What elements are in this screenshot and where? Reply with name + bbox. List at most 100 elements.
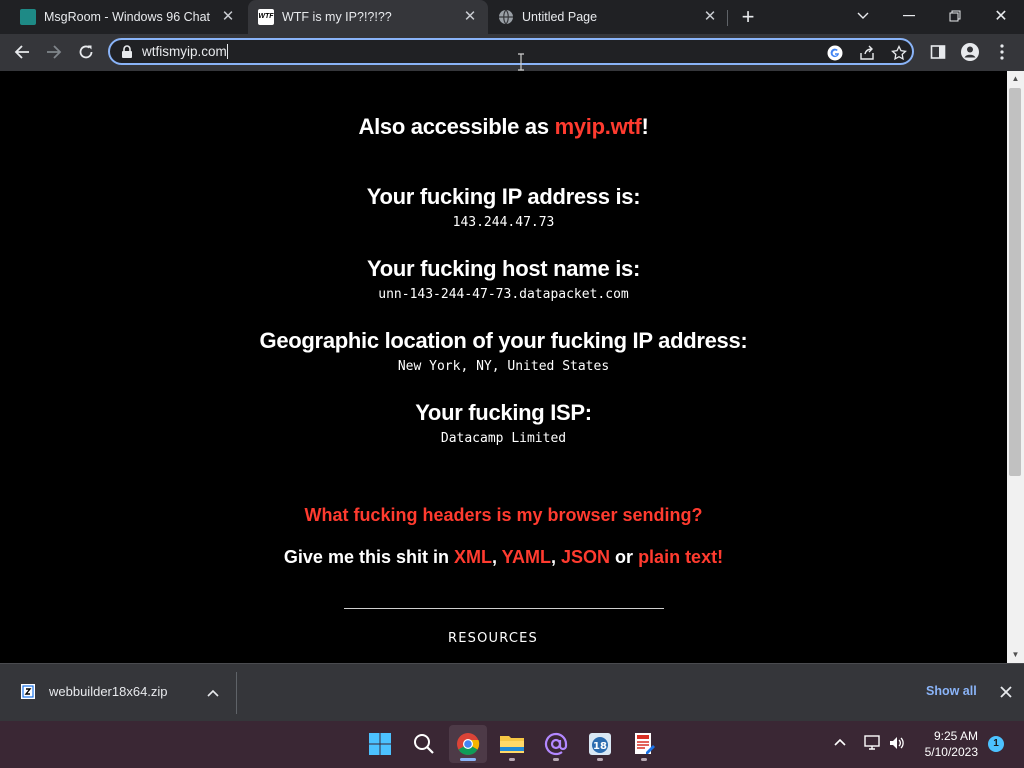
geo-value: New York, NY, United States — [397, 359, 610, 374]
close-icon: ✕ — [994, 8, 1008, 25]
share-icon — [860, 45, 874, 60]
host-heading: Your fucking host name is: — [367, 256, 640, 281]
close-tab-icon[interactable]: ✕ — [702, 9, 718, 25]
give-prefix: Give me this shit in — [283, 547, 454, 567]
windows-taskbar: 18 9:25 AM 5/10/2023 — [0, 721, 1024, 768]
yaml-link[interactable]: YAML — [502, 547, 551, 567]
plain-text-link[interactable]: plain text! — [638, 547, 723, 567]
new-tab-button[interactable]: + — [735, 4, 761, 30]
format-line: Give me this shit in XML, YAML, JSON or … — [0, 547, 1007, 568]
tab-wtfismyip[interactable]: WTF WTF is my IP?!?!?? ✕ — [248, 0, 488, 34]
tab-search-button[interactable] — [840, 0, 886, 32]
running-indicator — [597, 758, 603, 761]
download-item[interactable]: webbuilder18x64.zip — [0, 664, 236, 721]
or-separator: or — [610, 547, 639, 567]
chevron-up-icon[interactable] — [207, 689, 219, 697]
start-button[interactable] — [361, 725, 399, 763]
close-tab-icon[interactable]: ✕ — [462, 9, 478, 25]
bookmark-button[interactable] — [889, 43, 909, 63]
tab-msgroom[interactable]: MsgRoom - Windows 96 Chat ✕ — [8, 0, 246, 34]
horizontal-rule — [344, 608, 664, 609]
also-prefix: Also accessible as — [358, 114, 555, 139]
address-bar[interactable]: wtfismyip.com — [108, 38, 914, 65]
arrow-right-icon — [47, 45, 62, 59]
scroll-down-arrow[interactable]: ▼ — [1007, 648, 1024, 662]
close-icon[interactable] — [1000, 686, 1012, 698]
editor-icon — [635, 733, 655, 754]
web-page-content: Also accessible as myip.wtf! Your fuckin… — [0, 71, 1007, 663]
also-suffix: ! — [641, 114, 649, 139]
globe-icon — [499, 9, 513, 25]
search-button[interactable] — [405, 725, 443, 763]
myip-wtf-link[interactable]: myip.wtf — [555, 114, 642, 139]
json-link[interactable]: JSON — [561, 547, 610, 567]
browser-toolbar: wtfismyip.com — [0, 34, 1024, 71]
close-tab-icon[interactable]: ✕ — [220, 9, 236, 25]
restore-icon — [949, 10, 961, 22]
scroll-up-arrow[interactable]: ▲ — [1007, 72, 1024, 86]
ip-value: 143.244.47.73 — [452, 215, 555, 230]
google-icon — [827, 45, 843, 61]
tab-untitled[interactable]: Untitled Page ✕ — [490, 0, 728, 34]
comma-separator: , — [491, 547, 502, 567]
tab-label: WTF is my IP?!?!?? — [282, 10, 392, 24]
restore-button[interactable] — [932, 0, 978, 32]
tab-label: MsgRoom - Windows 96 Chat — [44, 10, 211, 24]
webbuilder-icon: 18 — [589, 733, 611, 755]
running-indicator — [460, 758, 476, 761]
volume-icon[interactable] — [888, 735, 906, 751]
folder-icon — [500, 736, 524, 753]
minimize-button[interactable] — [886, 0, 932, 32]
side-panel-button[interactable] — [924, 38, 952, 66]
download-filename: webbuilder18x64.zip — [49, 684, 168, 699]
comma-separator: , — [551, 547, 562, 567]
notification-badge[interactable]: 1 — [988, 736, 1004, 752]
share-button[interactable] — [857, 43, 877, 63]
download-bar: webbuilder18x64.zip Show all — [0, 663, 1024, 721]
file-explorer-button[interactable] — [493, 725, 531, 763]
account-icon — [961, 43, 979, 61]
system-clock[interactable]: 9:25 AM 5/10/2023 — [912, 728, 978, 760]
at-app-button[interactable] — [537, 725, 575, 763]
chrome-icon — [457, 733, 480, 755]
clock-time: 9:25 AM — [933, 729, 978, 743]
show-all-button[interactable]: Show all — [926, 684, 977, 698]
arrow-left-icon — [14, 45, 29, 59]
star-icon — [891, 45, 907, 61]
chrome-taskbar-button[interactable] — [449, 725, 487, 763]
svg-text:18: 18 — [593, 741, 607, 752]
headers-link[interactable]: What fucking headers is my browser sendi… — [0, 505, 1007, 526]
profile-button[interactable] — [956, 38, 984, 66]
lock-icon[interactable] — [121, 45, 133, 59]
tab-separator — [727, 10, 728, 26]
ip-heading: Your fucking IP address is: — [366, 184, 641, 209]
isp-heading: Your fucking ISP: — [415, 400, 592, 425]
back-button[interactable] — [8, 38, 36, 66]
i-beam-cursor-icon — [518, 53, 524, 71]
resources-heading: RESOURCES — [448, 631, 538, 646]
close-window-button[interactable]: ✕ — [978, 0, 1024, 32]
scrollbar-thumb[interactable] — [1009, 88, 1021, 476]
editor-app-button[interactable] — [625, 725, 663, 763]
url-text[interactable]: wtfismyip.com — [142, 44, 228, 59]
menu-button[interactable] — [988, 38, 1016, 66]
search-icon — [414, 734, 434, 754]
minimize-icon — [903, 15, 915, 17]
reload-button[interactable] — [72, 38, 100, 66]
side-panel-icon — [930, 45, 946, 59]
show-hidden-icons-icon[interactable] — [834, 738, 846, 746]
network-icon[interactable] — [863, 735, 881, 751]
chevron-down-icon — [857, 12, 869, 19]
windows-logo-icon — [369, 733, 391, 755]
xml-link[interactable]: XML — [454, 547, 492, 567]
running-indicator — [641, 758, 647, 761]
forward-button[interactable] — [40, 38, 68, 66]
clock-date: 5/10/2023 — [924, 745, 978, 759]
at-sign-icon — [544, 732, 568, 756]
webbuilder-app-button[interactable]: 18 — [581, 725, 619, 763]
running-indicator — [509, 758, 515, 761]
google-lens-button[interactable] — [825, 43, 845, 63]
also-accessible-heading: Also accessible as myip.wtf! — [0, 114, 1007, 140]
running-indicator — [553, 758, 559, 761]
wtf-favicon: WTF — [258, 9, 274, 25]
